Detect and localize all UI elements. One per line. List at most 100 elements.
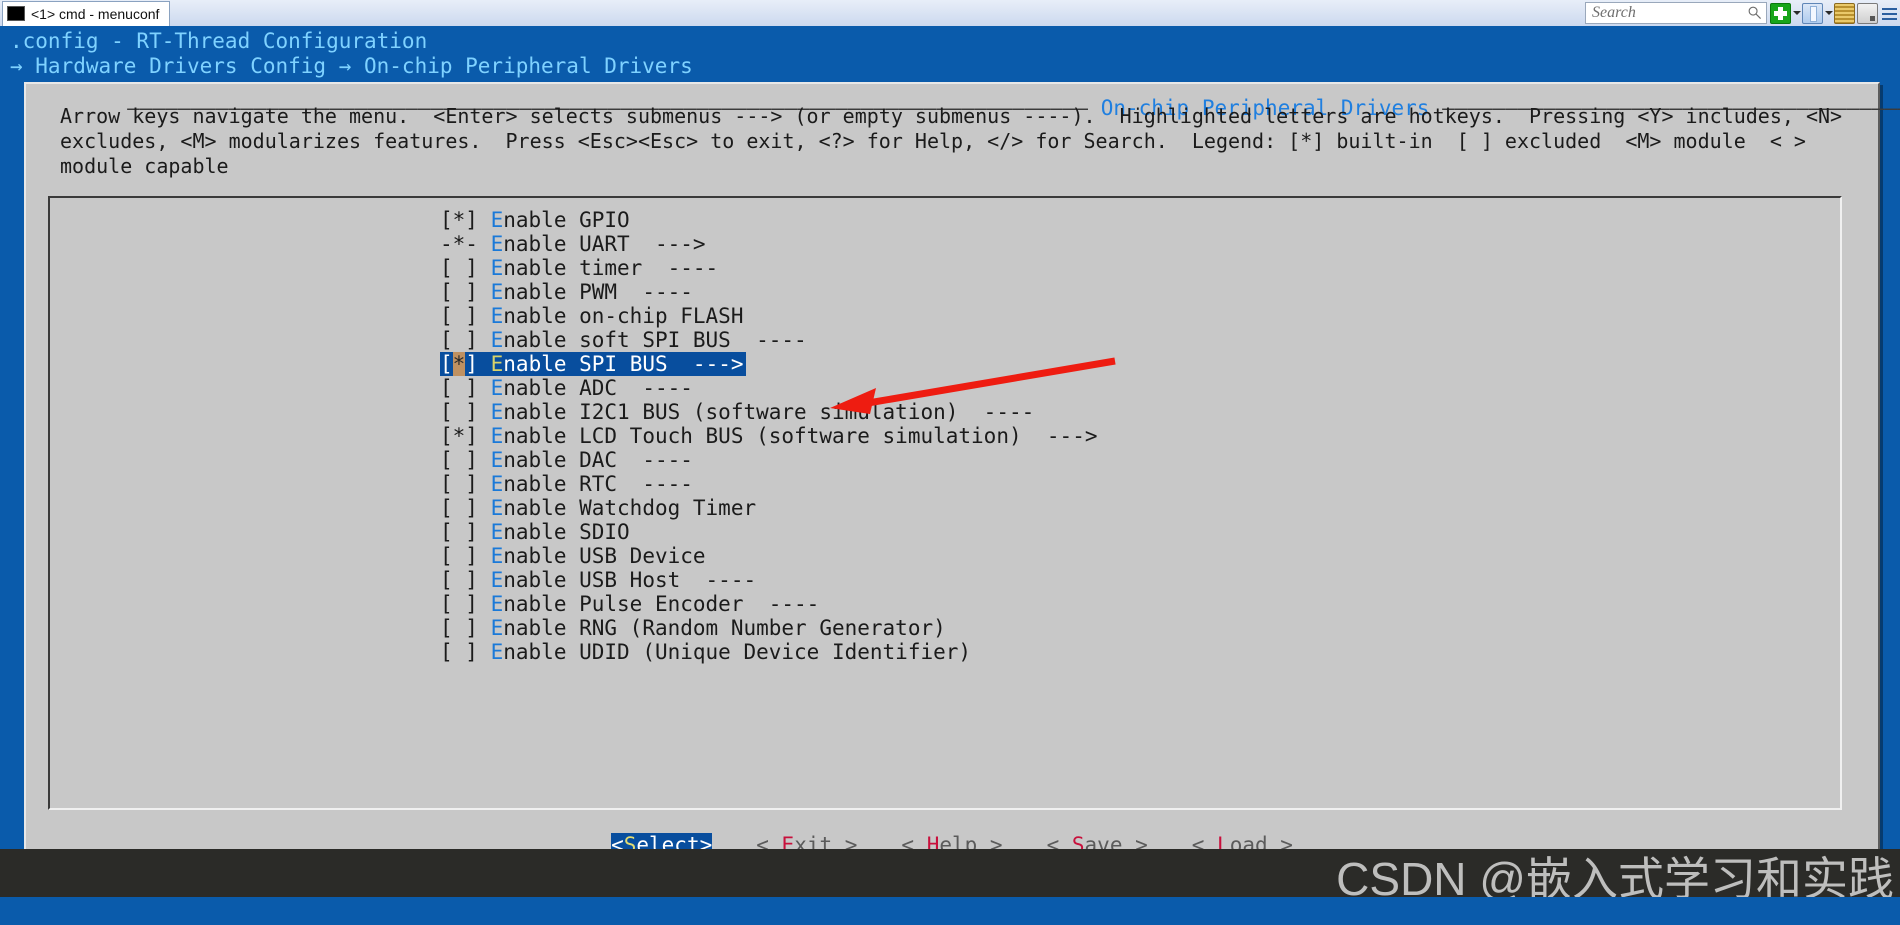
menu-item-label: nable soft SPI BUS ----: [503, 328, 807, 352]
menu-item-label: nable DAC ----: [503, 448, 693, 472]
menu-icon[interactable]: [1880, 4, 1899, 23]
menu-item[interactable]: [ ] Enable PWM ----: [440, 280, 693, 304]
menu-item[interactable]: [ ] Enable SDIO: [440, 520, 630, 544]
menu-item-hotkey: E: [490, 496, 504, 520]
menu-item[interactable]: [ ] Enable Watchdog Timer: [440, 496, 756, 520]
menu-item[interactable]: -*- Enable UART --->: [440, 232, 706, 256]
menu-list: [*] Enable GPIO -*- Enable UART --->[ ] E…: [440, 208, 1097, 664]
search-input[interactable]: Search: [1585, 2, 1767, 24]
search-placeholder: Search: [1592, 4, 1636, 21]
menu-item-mark: [ ]: [440, 280, 478, 304]
cursor-block: *: [452, 352, 466, 376]
menu-item-label: nable UART --->: [503, 232, 706, 256]
watermark: CSDN @嵌入式学习和实践: [0, 849, 1900, 897]
menu-item-mark: [ ]: [440, 448, 478, 472]
menu-item-hotkey: E: [490, 232, 504, 256]
menu-item-mark: [ ]: [440, 592, 478, 616]
menuconfig-screen: .config - RT-Thread Configuration → Hard…: [0, 26, 1900, 897]
save-icon[interactable]: [1857, 2, 1878, 24]
search-icon: [1748, 6, 1762, 20]
menu-item-hotkey: E: [490, 592, 504, 616]
menu-item-label: nable RTC ----: [503, 472, 693, 496]
terminal-tab-label: <1> cmd - menuconf: [31, 5, 160, 22]
page-title: .config - RT-Thread Configuration: [10, 29, 428, 53]
console-icon: [7, 6, 25, 21]
watermark-text: CSDN @嵌入式学习和实践: [1336, 853, 1894, 897]
menu-item-mark: [ ]: [440, 616, 478, 640]
split-pane-icon[interactable]: [1802, 2, 1823, 24]
menu-item-label: nable Pulse Encoder ----: [503, 592, 820, 616]
menu-item-hotkey: E: [490, 328, 504, 352]
menu-item[interactable]: [*] Enable SPI BUS --->: [440, 352, 746, 376]
menu-item-label: nable timer ----: [503, 256, 719, 280]
menu-item[interactable]: [ ] Enable ADC ----: [440, 376, 693, 400]
menu-item-mark: [*]: [440, 424, 478, 448]
menu-item[interactable]: [ ] Enable UDID (Unique Device Identifie…: [440, 640, 971, 664]
menu-item-label: nable USB Host ----: [503, 568, 757, 592]
menu-item-hotkey: E: [490, 256, 504, 280]
tabs-stack-icon[interactable]: [1834, 2, 1855, 24]
screen-root: <1> cmd - menuconf Search .config - RT-T…: [0, 0, 1900, 925]
menu-item-mark: [ ]: [440, 496, 478, 520]
menu-item[interactable]: [ ] Enable RTC ----: [440, 472, 693, 496]
menu-item-label: nable SPI BUS --->: [503, 352, 744, 376]
menu-item-hotkey: E: [490, 280, 504, 304]
menu-item-hotkey: E: [490, 568, 504, 592]
menu-item-mark: [ ]: [440, 376, 478, 400]
menu-item-mark: [ ]: [440, 400, 478, 424]
menu-item-mark: [ ]: [440, 304, 478, 328]
menu-item-label: nable on-chip FLASH: [503, 304, 744, 328]
menu-item-label: nable RNG (Random Number Generator): [503, 616, 946, 640]
menu-item-mark: [*]: [440, 352, 478, 376]
menu-item-label: nable Watchdog Timer: [503, 496, 757, 520]
menu-item-label: nable UDID (Unique Device Identifier): [503, 640, 972, 664]
menu-item[interactable]: [ ] Enable on-chip FLASH: [440, 304, 743, 328]
menu-item-label: nable GPIO: [503, 208, 630, 232]
menu-item-hotkey: E: [490, 304, 504, 328]
menu-item-label: nable I2C1 BUS (software simulation) ---…: [503, 400, 1035, 424]
menu-item-hotkey: E: [490, 376, 504, 400]
status-bar: [0, 897, 1900, 925]
menu-item[interactable]: [ ] Enable timer ----: [440, 256, 718, 280]
menu-item-mark: [ ]: [440, 568, 478, 592]
menu-item-mark: [ ]: [440, 544, 478, 568]
menu-item[interactable]: [ ] Enable soft SPI BUS ----: [440, 328, 807, 352]
terminal-toolbar: <1> cmd - menuconf Search: [0, 0, 1900, 27]
menu-item-hotkey: E: [490, 616, 504, 640]
menu-item-hotkey: E: [490, 640, 504, 664]
menu-item-hotkey: E: [490, 208, 504, 232]
menu-item[interactable]: [ ] Enable RNG (Random Number Generator): [440, 616, 946, 640]
chevron-down-icon[interactable]: [1824, 4, 1833, 23]
menu-item-mark: [ ]: [440, 472, 478, 496]
chevron-down-icon[interactable]: [1792, 4, 1801, 23]
menu-list-frame: [*] Enable GPIO -*- Enable UART --->[ ] E…: [48, 196, 1842, 810]
menu-item[interactable]: [*] Enable GPIO: [440, 208, 630, 232]
new-tab-icon[interactable]: [1770, 2, 1791, 24]
menu-item-label: nable ADC ----: [503, 376, 693, 400]
menu-item-hotkey: E: [490, 448, 504, 472]
menu-item-mark: [ ]: [440, 640, 478, 664]
menu-dialog: ————————————————————————————————————————…: [24, 82, 1900, 886]
menu-item-mark: [ ]: [440, 256, 478, 280]
menu-item[interactable]: [ ] Enable Pulse Encoder ----: [440, 592, 819, 616]
menu-item-mark: [ ]: [440, 520, 478, 544]
menu-item-hotkey: E: [490, 544, 504, 568]
menu-item-label: nable LCD Touch BUS (software simulation…: [503, 424, 1098, 448]
menu-item-hotkey: E: [490, 472, 504, 496]
terminal-tab[interactable]: <1> cmd - menuconf: [2, 0, 171, 26]
menu-item-label: nable USB Device: [503, 544, 706, 568]
menu-item[interactable]: [ ] Enable USB Device: [440, 544, 706, 568]
menu-item[interactable]: [ ] Enable I2C1 BUS (software simulation…: [440, 400, 1034, 424]
menu-item-mark: [ ]: [440, 328, 478, 352]
menu-item-hotkey: E: [490, 352, 504, 376]
menu-item[interactable]: [ ] Enable USB Host ----: [440, 568, 756, 592]
menu-item[interactable]: [ ] Enable DAC ----: [440, 448, 693, 472]
menu-item[interactable]: [*] Enable LCD Touch BUS (software simul…: [440, 424, 1097, 448]
menu-item-hotkey: E: [490, 424, 504, 448]
menu-item-label: nable SDIO: [503, 520, 630, 544]
menu-item-mark: [*]: [440, 208, 478, 232]
menu-item-hotkey: E: [490, 400, 504, 424]
menu-item-label: nable PWM ----: [503, 280, 693, 304]
menu-item-mark: -*-: [440, 232, 478, 256]
help-text: Arrow keys navigate the menu. <Enter> se…: [60, 104, 1855, 178]
